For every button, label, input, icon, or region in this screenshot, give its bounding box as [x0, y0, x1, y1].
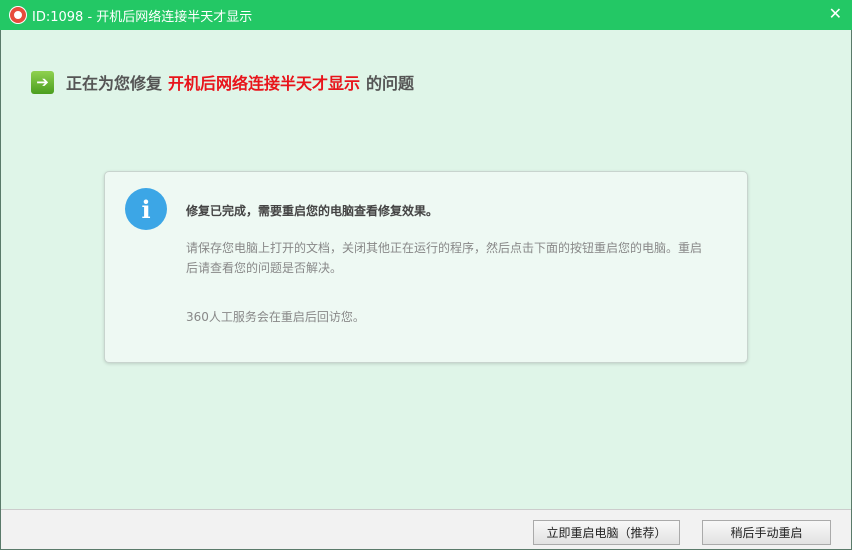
heading-suffix: 的问题	[366, 74, 415, 93]
window-title: ID:1098 - 开机后网络连接半天才显示	[32, 9, 253, 25]
page-heading: ➔ 正在为您修复 开机后网络连接半天才显示 的问题	[31, 70, 414, 94]
restart-now-button[interactable]: 立即重启电脑（推荐）	[533, 520, 680, 545]
close-icon[interactable]: ✕	[829, 4, 842, 23]
info-icon: i	[125, 188, 167, 230]
result-card: i 修复已完成，需要重启您的电脑查看修复效果。 请保存您电脑上打开的文档，关闭其…	[104, 171, 748, 363]
service-note: 360人工服务会在重启后回访您。	[186, 310, 365, 324]
result-instructions: 请保存您电脑上打开的文档，关闭其他正在运行的程序，然后点击下面的按钮重启您的电脑…	[186, 241, 703, 275]
arrow-right-icon: ➔	[31, 70, 54, 94]
restart-later-button[interactable]: 稍后手动重启	[702, 520, 831, 545]
lifebuoy-logo-icon	[10, 7, 26, 23]
footer-bar: 立即重启电脑（推荐） 稍后手动重启	[1, 509, 851, 549]
result-title: 修复已完成，需要重启您的电脑查看修复效果。	[186, 204, 439, 218]
heading-prefix: 正在为您修复	[66, 74, 163, 93]
problem-name: 开机后网络连接半天才显示	[168, 74, 361, 93]
title-bar: ID:1098 - 开机后网络连接半天才显示 ✕	[0, 0, 852, 30]
